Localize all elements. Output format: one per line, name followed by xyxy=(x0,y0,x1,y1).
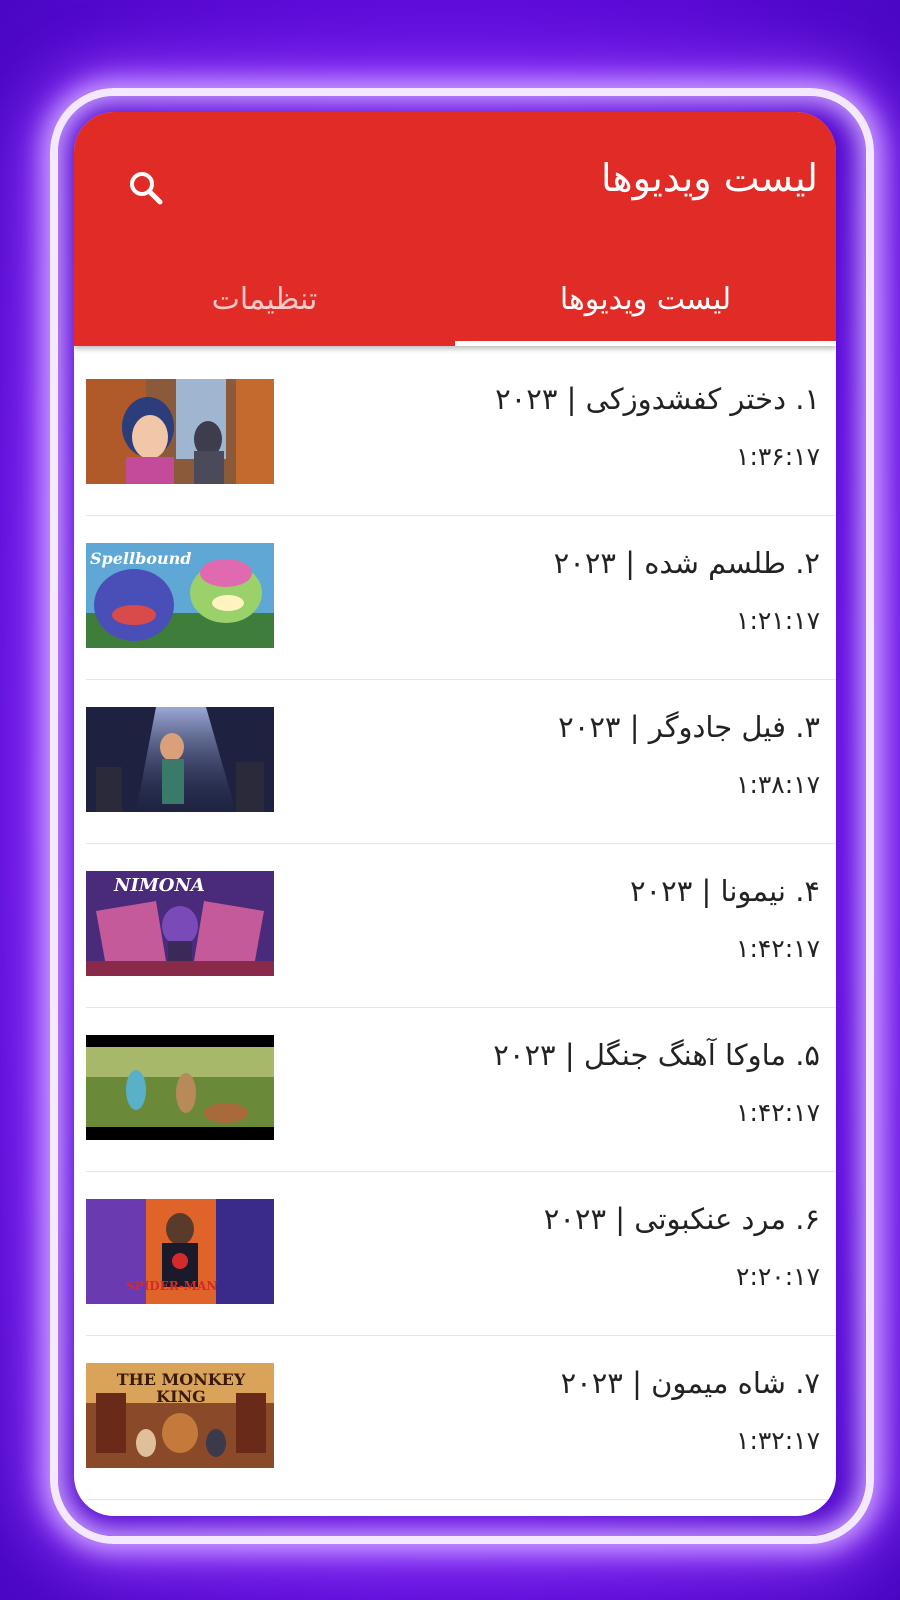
video-thumbnail: SPIDER-MAN xyxy=(86,1199,274,1304)
video-title: ۶. مرد عنکبوتی | ۲۰۲۳ xyxy=(543,1202,820,1236)
video-item[interactable]: SPIDER-MAN ۶. مرد عنکبوتی | ۲۰۲۳ ۲:۲۰:۱۷ xyxy=(74,1172,836,1336)
video-duration: ۱:۴۲:۱۷ xyxy=(736,1098,820,1127)
page-title: لیست ویدیوها xyxy=(600,156,818,200)
video-thumbnail: Spellbound xyxy=(86,543,274,648)
video-thumbnail: THE MONKEY KING xyxy=(86,1363,274,1468)
tab-bar: تنظیمات لیست ویدیوها xyxy=(74,252,836,346)
divider xyxy=(86,1499,836,1500)
video-duration: ۱:۳۸:۱۷ xyxy=(736,770,820,799)
app-screen: لیست ویدیوها تنظیمات لیست ویدیوها ۱. دخت… xyxy=(74,112,836,1516)
video-title: ۵. ماوکا آهنگ جنگل | ۲۰۲۳ xyxy=(493,1038,820,1072)
video-duration: ۱:۳۲:۱۷ xyxy=(736,1426,820,1455)
thumbnail-text: THE MONKEY KING xyxy=(116,1370,246,1406)
video-title: ۲. طلسم شده | ۲۰۲۳ xyxy=(553,546,820,580)
video-duration: ۱:۲۱:۱۷ xyxy=(736,606,820,635)
video-thumbnail xyxy=(86,707,274,812)
thumbnail-text: SPIDER-MAN xyxy=(126,1279,218,1293)
video-item[interactable]: ۳. فیل جادوگر | ۲۰۲۳ ۱:۳۸:۱۷ xyxy=(74,680,836,844)
video-title: ۱. دختر کفشدوزکی | ۲۰۲۳ xyxy=(495,382,820,416)
video-duration: ۱:۳۶:۱۷ xyxy=(736,442,820,471)
video-title: ۷. شاه میمون | ۲۰۲۳ xyxy=(560,1366,820,1400)
video-item[interactable]: ۵. ماوکا آهنگ جنگل | ۲۰۲۳ ۱:۴۲:۱۷ xyxy=(74,1008,836,1172)
video-item[interactable]: ۱. دختر کفشدوزکی | ۲۰۲۳ ۱:۳۶:۱۷ xyxy=(74,352,836,516)
app-bar: لیست ویدیوها تنظیمات لیست ویدیوها xyxy=(74,112,836,346)
search-button[interactable] xyxy=(122,164,170,212)
video-duration: ۲:۲۰:۱۷ xyxy=(736,1262,820,1291)
video-thumbnail xyxy=(86,379,274,484)
video-title: ۳. فیل جادوگر | ۲۰۲۳ xyxy=(558,710,820,744)
tab-video-list[interactable]: لیست ویدیوها xyxy=(455,252,836,346)
video-title: ۴. نیمونا | ۲۰۲۳ xyxy=(629,874,820,908)
video-thumbnail xyxy=(86,1035,274,1140)
video-list: ۱. دختر کفشدوزکی | ۲۰۲۳ ۱:۳۶:۱۷ Spellbou… xyxy=(74,352,836,1500)
video-item[interactable]: THE MONKEY KING ۷. شاه میمون | ۲۰۲۳ ۱:۳۲… xyxy=(74,1336,836,1500)
tab-settings[interactable]: تنظیمات xyxy=(74,252,455,346)
search-icon xyxy=(130,172,163,205)
video-thumbnail: NIMONA xyxy=(86,871,274,976)
video-item[interactable]: NIMONA ۴. نیمونا | ۲۰۲۳ ۱:۴۲:۱۷ xyxy=(74,844,836,1008)
video-duration: ۱:۴۲:۱۷ xyxy=(736,934,820,963)
thumbnail-text: NIMONA xyxy=(114,875,205,896)
video-item[interactable]: Spellbound ۲. طلسم شده | ۲۰۲۳ ۱:۲۱:۱۷ xyxy=(74,516,836,680)
thumbnail-text: Spellbound xyxy=(90,549,192,568)
